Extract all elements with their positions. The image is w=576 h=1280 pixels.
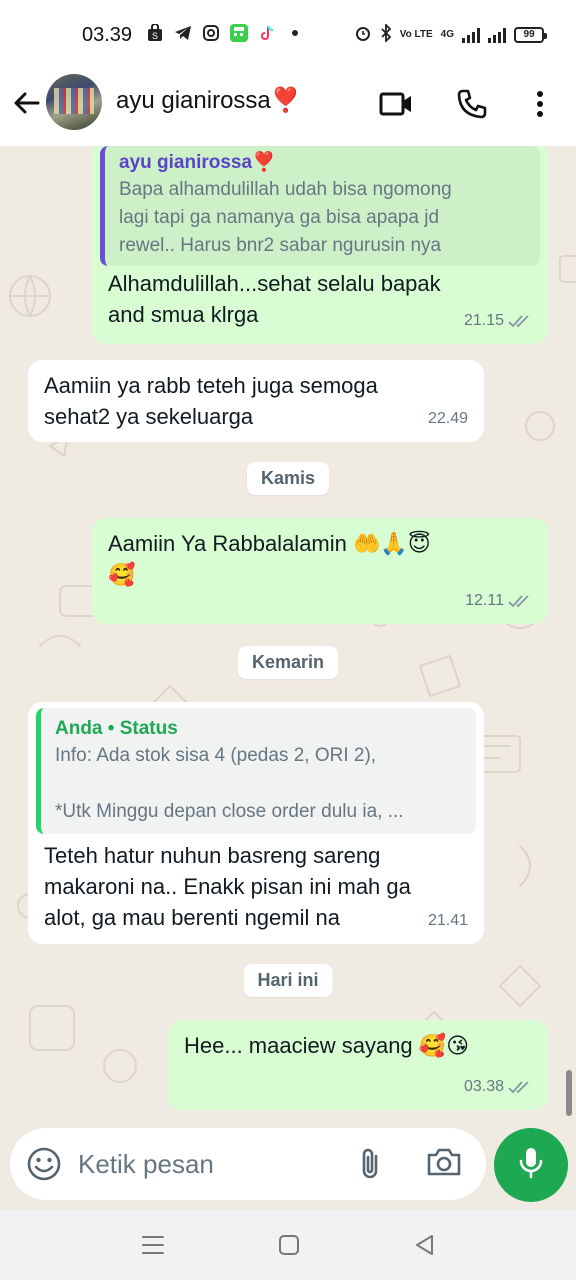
home-icon[interactable]	[276, 1232, 302, 1258]
double-check-icon	[508, 594, 529, 607]
battery-icon: 99	[514, 26, 547, 43]
mic-button[interactable]	[494, 1128, 568, 1202]
alarm-icon	[354, 24, 372, 45]
date-separator: Hari ini	[243, 964, 333, 997]
telegram-icon	[174, 24, 192, 42]
notification-icons: S	[146, 24, 298, 42]
message-text-line: sehat2 ya sekeluarga	[44, 404, 254, 429]
mic-icon	[518, 1146, 544, 1185]
message-composer	[10, 1128, 486, 1200]
chat-header: ayu gianirossa❣️	[0, 70, 576, 146]
message-text-line: Alhamdulillah...sehat selalu bapak	[108, 271, 441, 296]
message-bubble-incoming[interactable]: Anda • Status Info: Ada stok sisa 4 (ped…	[28, 702, 484, 944]
video-call-icon[interactable]	[378, 86, 414, 122]
more-vert-icon[interactable]	[522, 86, 558, 122]
status-bar: 03.39 S Vo LTE 4G 99	[0, 0, 576, 70]
system-icons: Vo LTE 4G 99	[354, 22, 547, 45]
status-time: 03.39	[82, 24, 133, 46]
date-separator: Kemarin	[237, 646, 339, 679]
contact-name[interactable]: ayu gianirossa❣️	[116, 86, 301, 115]
quoted-text-line: rewel.. Harus bnr2 sabar ngurusin nya	[119, 235, 442, 256]
message-time: 21.15	[464, 305, 532, 336]
calculator-icon	[230, 24, 248, 42]
double-check-icon	[508, 1080, 529, 1093]
message-bubble-outgoing[interactable]: ayu gianirossa❣️ Bapa alhamdulillah udah…	[92, 146, 548, 344]
scrollbar-thumb[interactable]	[566, 1070, 572, 1116]
quoted-text-line: Info: Ada stok sisa 4 (pedas 2, ORI 2),	[55, 745, 377, 766]
network-type: 4G	[440, 29, 454, 40]
quoted-text-line	[55, 770, 466, 798]
tiktok-icon	[258, 24, 276, 42]
avatar[interactable]	[46, 74, 102, 130]
instagram-icon	[202, 24, 220, 42]
quoted-status[interactable]: Anda • Status Info: Ada stok sisa 4 (ped…	[36, 708, 476, 834]
time-label: 21.41	[427, 912, 468, 929]
double-check-icon	[508, 314, 529, 327]
message-text-line: Teteh hatur nuhun basreng sareng	[44, 843, 381, 868]
attach-icon[interactable]	[356, 1146, 388, 1182]
message-input[interactable]	[78, 1142, 338, 1186]
back-icon[interactable]	[412, 1232, 438, 1258]
system-nav-bar	[0, 1210, 576, 1280]
quoted-sender: ayu gianirossa❣️	[119, 152, 276, 173]
phone-icon[interactable]	[454, 86, 490, 122]
shopee-icon: S	[146, 24, 164, 42]
message-bubble-outgoing[interactable]: Aamiin Ya Rabbalalamin 🤲🙏😇 🥰 12.11	[92, 518, 548, 624]
back-arrow-icon[interactable]	[12, 88, 42, 118]
message-text-line: makaroni na.. Enakk pisan ini mah ga	[44, 874, 411, 899]
chat-area[interactable]: ayu gianirossa❣️ Bapa alhamdulillah udah…	[0, 146, 576, 1126]
message-time: 21.41	[428, 905, 468, 936]
dot-icon	[292, 30, 298, 36]
time-label: 21.15	[463, 312, 504, 329]
quoted-text-line: lagi tapi ga namanya ga bisa apapa jd	[119, 207, 440, 228]
message-bubble-outgoing[interactable]: Hee... maaciew sayang 🥰😘 03.38	[168, 1020, 548, 1110]
bluetooth-icon	[380, 22, 392, 45]
quoted-message[interactable]: ayu gianirossa❣️ Bapa alhamdulillah udah…	[100, 146, 540, 266]
svg-text:S: S	[152, 31, 158, 41]
signal-icon	[462, 27, 480, 43]
message-text-line: Aamiin Ya Rabbalalamin 🤲🙏😇	[108, 531, 431, 556]
camera-icon[interactable]	[426, 1146, 464, 1182]
quoted-text-line: Bapa alhamdulillah udah bisa ngomong	[119, 179, 452, 200]
message-time: 03.38	[464, 1071, 532, 1102]
message-time: 12.11	[465, 585, 532, 616]
date-separator: Kamis	[246, 462, 330, 495]
menu-icon[interactable]	[140, 1232, 166, 1258]
quoted-sender: Anda • Status	[55, 718, 178, 739]
battery-level: 99	[523, 29, 535, 40]
emoji-icon[interactable]	[26, 1146, 62, 1182]
message-time: 22.49	[428, 403, 468, 434]
time-label: 03.38	[463, 1078, 504, 1095]
volte-icon: Vo LTE	[399, 29, 433, 40]
message-text-line: Aamiin ya rabb teteh juga semoga	[44, 373, 378, 398]
time-label: 12.11	[465, 592, 504, 609]
quoted-text-line: *Utk Minggu depan close order dulu ia, .…	[55, 801, 404, 822]
message-text-line: alot, ga mau berenti ngemil na	[44, 905, 340, 930]
message-text-line: Hee... maaciew sayang 🥰😘	[184, 1033, 470, 1058]
message-bubble-incoming[interactable]: Aamiin ya rabb teteh juga semoga sehat2 …	[28, 360, 484, 442]
time-label: 22.49	[427, 410, 468, 427]
signal-icon	[488, 27, 506, 43]
